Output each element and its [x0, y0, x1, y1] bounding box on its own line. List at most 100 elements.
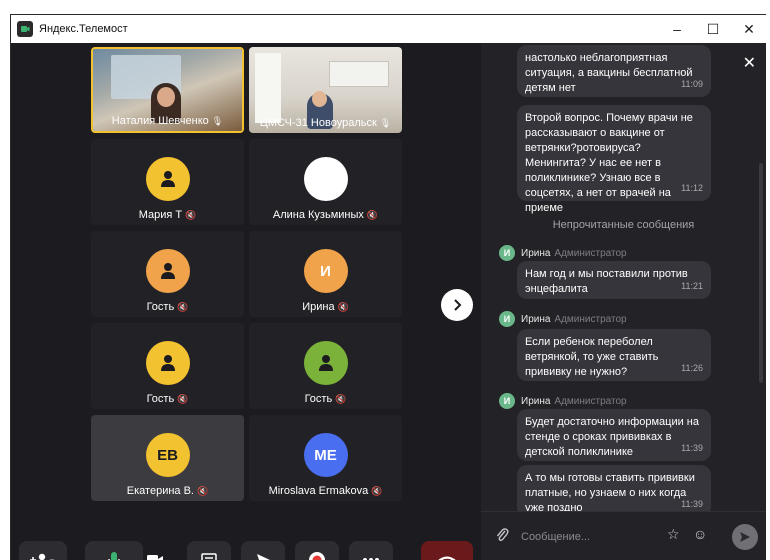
- avatar: [303, 341, 348, 385]
- chat-messages[interactable]: настолько неблагоприятная ситуация, а ва…: [481, 43, 766, 511]
- user-icon: [160, 263, 175, 279]
- message-time: 11:12: [681, 183, 703, 193]
- message-sender: И Ирина Администратор: [499, 245, 627, 261]
- mic-off-icon: 🔇: [196, 486, 209, 496]
- record-button[interactable]: [295, 541, 339, 560]
- avatar: [145, 249, 190, 293]
- next-page-button[interactable]: [441, 289, 473, 321]
- send-icon: [257, 554, 270, 560]
- mic-icon: 🎙: [379, 118, 392, 128]
- mic-off-icon: 🔇: [366, 210, 379, 220]
- unread-divider: Непрочитанные сообщения: [552, 219, 695, 231]
- participant-name: ЦМСЧ-31 Новоуральск: [259, 117, 377, 129]
- chat-message: настолько неблагоприятная ситуация, а ва…: [517, 45, 711, 97]
- mic-off-icon: 🔇: [177, 394, 189, 404]
- participants-grid: Наталия Шевченко 🎙 ЦМСЧ-31 Новоуральск 🎙 М…: [11, 43, 481, 560]
- sender-role: Администратор: [554, 313, 627, 325]
- participant-name: Miroslava Ermakova: [268, 485, 369, 497]
- message-text: А то мы готовы ставить прививки платные,…: [525, 472, 695, 511]
- participant-name: Ирина: [302, 301, 335, 313]
- app-logo-icon: [17, 21, 33, 37]
- message-text: Второй вопрос. Почему врачи не рассказыв…: [525, 112, 693, 214]
- send-reaction-button[interactable]: [241, 541, 285, 560]
- send-message-button[interactable]: [732, 524, 758, 550]
- message-time: 11:09: [681, 79, 703, 89]
- message-input[interactable]: Сообщение...: [521, 531, 661, 543]
- chat-scrollbar[interactable]: [759, 163, 763, 383]
- sender-name: Ирина: [521, 313, 551, 325]
- paperclip-icon[interactable]: [495, 527, 509, 546]
- chat-message: А то мы готовы ставить прививки платные,…: [517, 465, 711, 511]
- window-title: Яндекс.Телемост: [39, 23, 128, 35]
- participant-name: Гость: [304, 393, 333, 405]
- add-user-icon: 13: [30, 553, 55, 560]
- chat-message: Нам год и мы поставили против энцефалита…: [517, 261, 711, 299]
- user-icon: [318, 355, 333, 371]
- sender-avatar: И: [499, 245, 515, 261]
- chat-panel: настолько неблагоприятная ситуация, а ва…: [481, 43, 766, 560]
- message-text: настолько неблагоприятная ситуация, а ва…: [525, 52, 693, 94]
- minimize-button[interactable]: –: [659, 15, 695, 43]
- avatar: [145, 157, 190, 201]
- mic-icon: 🎙: [211, 116, 224, 126]
- avatar: И: [303, 249, 348, 293]
- participant-name: Гость: [146, 393, 175, 405]
- mic-off-icon: 🔇: [177, 302, 189, 312]
- avatar: ME: [303, 433, 348, 477]
- participant-tile-4[interactable]: Алина Кузьминых 🔇: [249, 139, 402, 225]
- sender-role: Администратор: [554, 395, 627, 407]
- title-bar: Яндекс.Телемост – ☐ ✕: [11, 15, 767, 43]
- avatar: [303, 157, 348, 201]
- message-sender: И Ирина Администратор: [499, 311, 627, 327]
- participant-name: Гость: [146, 301, 175, 313]
- user-icon: [160, 355, 175, 371]
- close-chat-button[interactable]: ✕: [743, 53, 756, 73]
- message-text: Нам год и мы поставили против энцефалита: [525, 268, 688, 295]
- participant-tile-7[interactable]: Гость 🔇: [91, 323, 244, 409]
- mic-off-icon: 🔇: [335, 394, 347, 404]
- record-icon: [309, 552, 325, 560]
- participant-name: Алина Кузьминых: [272, 209, 364, 221]
- participant-name: Екатерина В.: [126, 485, 194, 497]
- star-icon[interactable]: ☆: [667, 526, 680, 543]
- screen-share-button[interactable]: [187, 541, 231, 560]
- hang-up-icon: [438, 556, 456, 560]
- participant-tile-10[interactable]: ME Miroslava Ermakova 🔇: [249, 415, 402, 501]
- message-time: 11:21: [681, 281, 703, 291]
- microphone-icon: [108, 552, 120, 560]
- sender-avatar: И: [499, 311, 515, 327]
- message-sender: И Ирина Администратор: [499, 393, 627, 409]
- chat-message: Будет достаточно информации на стенде о …: [517, 409, 711, 461]
- app-window: Яндекс.Телемост – ☐ ✕ Наталия Шевченко 🎙 …: [10, 14, 767, 560]
- chevron-right-icon: [454, 299, 462, 311]
- avatar: ЕВ: [145, 433, 190, 477]
- participant-tile-video-2[interactable]: ЦМСЧ-31 Новоуральск 🎙: [249, 47, 402, 133]
- participant-tile-6[interactable]: И Ирина 🔇: [249, 231, 402, 317]
- end-call-button[interactable]: [421, 541, 473, 560]
- call-toolbar: 13: [11, 541, 481, 560]
- sender-avatar: И: [499, 393, 515, 409]
- sender-name: Ирина: [521, 247, 551, 259]
- participant-tile-9[interactable]: ЕВ Екатерина В. 🔇: [91, 415, 244, 501]
- user-icon: [160, 171, 175, 187]
- close-window-button[interactable]: ✕: [731, 15, 767, 43]
- participant-name: Наталия Шевченко: [111, 115, 209, 127]
- mic-off-icon: 🔇: [371, 486, 383, 496]
- participant-tile-5[interactable]: Гость 🔇: [91, 231, 244, 317]
- mic-off-icon: 🔇: [337, 302, 349, 312]
- maximize-button[interactable]: ☐: [695, 15, 731, 43]
- message-time: 11:39: [681, 499, 703, 509]
- participant-tile-video-1[interactable]: Наталия Шевченко 🎙: [91, 47, 244, 133]
- chat-message: Второй вопрос. Почему врачи не рассказыв…: [517, 105, 711, 214]
- participant-tile-3[interactable]: Мария Т 🔇: [91, 139, 244, 225]
- message-time: 11:39: [681, 443, 703, 453]
- emoji-icon[interactable]: ☺: [693, 526, 707, 542]
- more-button[interactable]: [349, 541, 393, 560]
- camera-button[interactable]: [135, 541, 175, 560]
- mic-off-icon: 🔇: [185, 210, 197, 220]
- chat-message: Если ребенок переболел ветрянкой, то уже…: [517, 329, 711, 381]
- add-participant-button[interactable]: 13: [19, 541, 67, 560]
- avatar: [145, 341, 190, 385]
- camera-icon: [147, 555, 163, 560]
- participant-tile-8[interactable]: Гость 🔇: [249, 323, 402, 409]
